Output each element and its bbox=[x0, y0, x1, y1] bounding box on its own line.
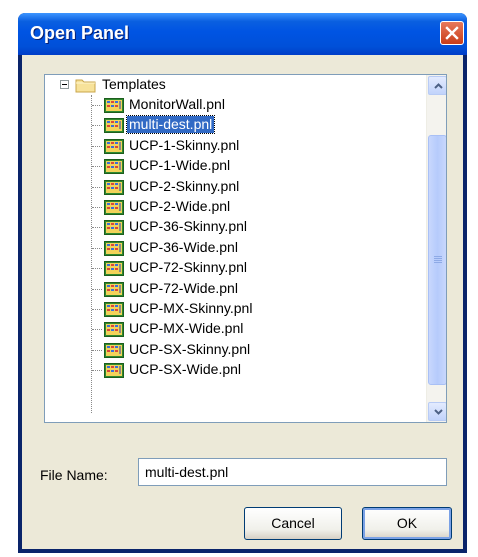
close-button[interactable] bbox=[440, 21, 464, 45]
scroll-grip bbox=[434, 258, 442, 259]
panel-file-icon bbox=[104, 200, 124, 215]
file-name-label: File Name: bbox=[40, 467, 108, 483]
panel-file-icon bbox=[104, 98, 124, 113]
tree-line bbox=[92, 329, 102, 330]
panel-file-icon bbox=[104, 220, 124, 235]
background bbox=[0, 0, 18, 557]
panel-file-icon bbox=[104, 139, 124, 154]
cancel-button[interactable]: Cancel bbox=[244, 507, 342, 540]
scroll-down-button[interactable] bbox=[428, 402, 446, 421]
tree-item[interactable]: MonitorWall.pnl bbox=[45, 95, 425, 115]
tree-item-label: MonitorWall.pnl bbox=[129, 96, 225, 112]
folder-icon bbox=[75, 79, 96, 93]
tree-line bbox=[92, 268, 102, 269]
tree-item[interactable]: UCP-SX-Wide.pnl bbox=[45, 360, 425, 380]
scroll-grip bbox=[434, 260, 442, 261]
tree-item[interactable]: UCP-36-Wide.pnl bbox=[45, 238, 425, 258]
tree-line bbox=[92, 370, 102, 371]
panel-file-icon bbox=[104, 118, 124, 133]
panel-file-icon bbox=[104, 322, 124, 337]
tree-root-templates[interactable]: Templates bbox=[45, 75, 425, 95]
tree-item-label: UCP-2-Skinny.pnl bbox=[129, 178, 240, 194]
tree-line bbox=[92, 146, 102, 147]
close-icon bbox=[445, 26, 459, 40]
file-name-input[interactable] bbox=[138, 458, 447, 486]
tree-item[interactable]: UCP-1-Wide.pnl bbox=[45, 156, 425, 176]
tree-item-label: UCP-1-Wide.pnl bbox=[129, 157, 231, 173]
tree-item-label: UCP-MX-Skinny.pnl bbox=[129, 300, 253, 316]
chevron-up-icon bbox=[434, 83, 443, 89]
panel-file-icon bbox=[104, 343, 124, 358]
ok-button[interactable]: OK bbox=[362, 507, 452, 540]
panel-file-icon bbox=[104, 261, 124, 276]
tree-line bbox=[92, 350, 102, 351]
tree-item[interactable]: multi-dest.pnl bbox=[45, 115, 425, 135]
tree-line bbox=[92, 248, 102, 249]
vertical-scrollbar[interactable] bbox=[426, 75, 446, 422]
tree-line bbox=[92, 207, 102, 208]
tree-line bbox=[92, 166, 102, 167]
scroll-grip bbox=[434, 262, 442, 263]
tree-item-label: UCP-72-Skinny.pnl bbox=[129, 259, 248, 275]
panel-file-icon bbox=[104, 302, 124, 317]
tree-item[interactable]: UCP-36-Skinny.pnl bbox=[45, 217, 425, 237]
tree-item-label: UCP-72-Wide.pnl bbox=[129, 280, 238, 296]
tree-item[interactable]: UCP-MX-Wide.pnl bbox=[45, 319, 425, 339]
tree-line bbox=[92, 289, 102, 290]
tree-item[interactable]: UCP-SX-Skinny.pnl bbox=[45, 340, 425, 360]
tree-item[interactable]: UCP-72-Wide.pnl bbox=[45, 279, 425, 299]
panel-file-icon bbox=[104, 282, 124, 297]
panel-file-icon bbox=[104, 363, 124, 378]
tree-item[interactable]: UCP-MX-Skinny.pnl bbox=[45, 299, 425, 319]
tree-line bbox=[92, 309, 102, 310]
tree-item-label: UCP-SX-Skinny.pnl bbox=[129, 341, 251, 357]
template-tree[interactable]: Templates MonitorWall.pnl multi-dest.pnl U… bbox=[44, 74, 447, 423]
tree-item-label: UCP-1-Skinny.pnl bbox=[129, 137, 240, 153]
tree-list: Templates MonitorWall.pnl multi-dest.pnl U… bbox=[45, 75, 426, 422]
tree-item[interactable]: UCP-2-Wide.pnl bbox=[45, 197, 425, 217]
tree-item-label: UCP-SX-Wide.pnl bbox=[129, 361, 242, 377]
tree-item-label: UCP-MX-Wide.pnl bbox=[129, 320, 244, 336]
tree-line bbox=[92, 227, 102, 228]
open-panel-dialog: Open Panel Templates MonitorWall.pnl mult… bbox=[18, 13, 467, 553]
scroll-thumb[interactable] bbox=[428, 135, 446, 385]
scroll-grip bbox=[434, 256, 442, 257]
background bbox=[468, 0, 478, 557]
tree-item-label: UCP-36-Skinny.pnl bbox=[129, 218, 248, 234]
dialog-title: Open Panel bbox=[30, 23, 130, 43]
tree-item-label: UCP-36-Wide.pnl bbox=[129, 239, 238, 255]
dialog-body: Templates MonitorWall.pnl multi-dest.pnl U… bbox=[22, 55, 463, 549]
panel-file-icon bbox=[104, 180, 124, 195]
collapse-toggle[interactable] bbox=[60, 80, 69, 89]
panel-file-icon bbox=[104, 241, 124, 256]
tree-line bbox=[92, 125, 102, 126]
tree-item-label: multi-dest.pnl bbox=[125, 115, 216, 134]
chevron-down-icon bbox=[434, 409, 443, 415]
panel-file-icon bbox=[104, 159, 124, 174]
tree-item[interactable]: UCP-2-Skinny.pnl bbox=[45, 177, 425, 197]
tree-root-label: Templates bbox=[102, 76, 166, 92]
tree-line bbox=[92, 105, 102, 106]
scroll-up-button[interactable] bbox=[428, 76, 446, 95]
tree-line bbox=[92, 187, 102, 188]
tree-item[interactable]: UCP-1-Skinny.pnl bbox=[45, 136, 425, 156]
tree-item[interactable]: UCP-72-Skinny.pnl bbox=[45, 258, 425, 278]
tree-item-label: UCP-2-Wide.pnl bbox=[129, 198, 231, 214]
title-bar[interactable]: Open Panel bbox=[18, 13, 467, 55]
